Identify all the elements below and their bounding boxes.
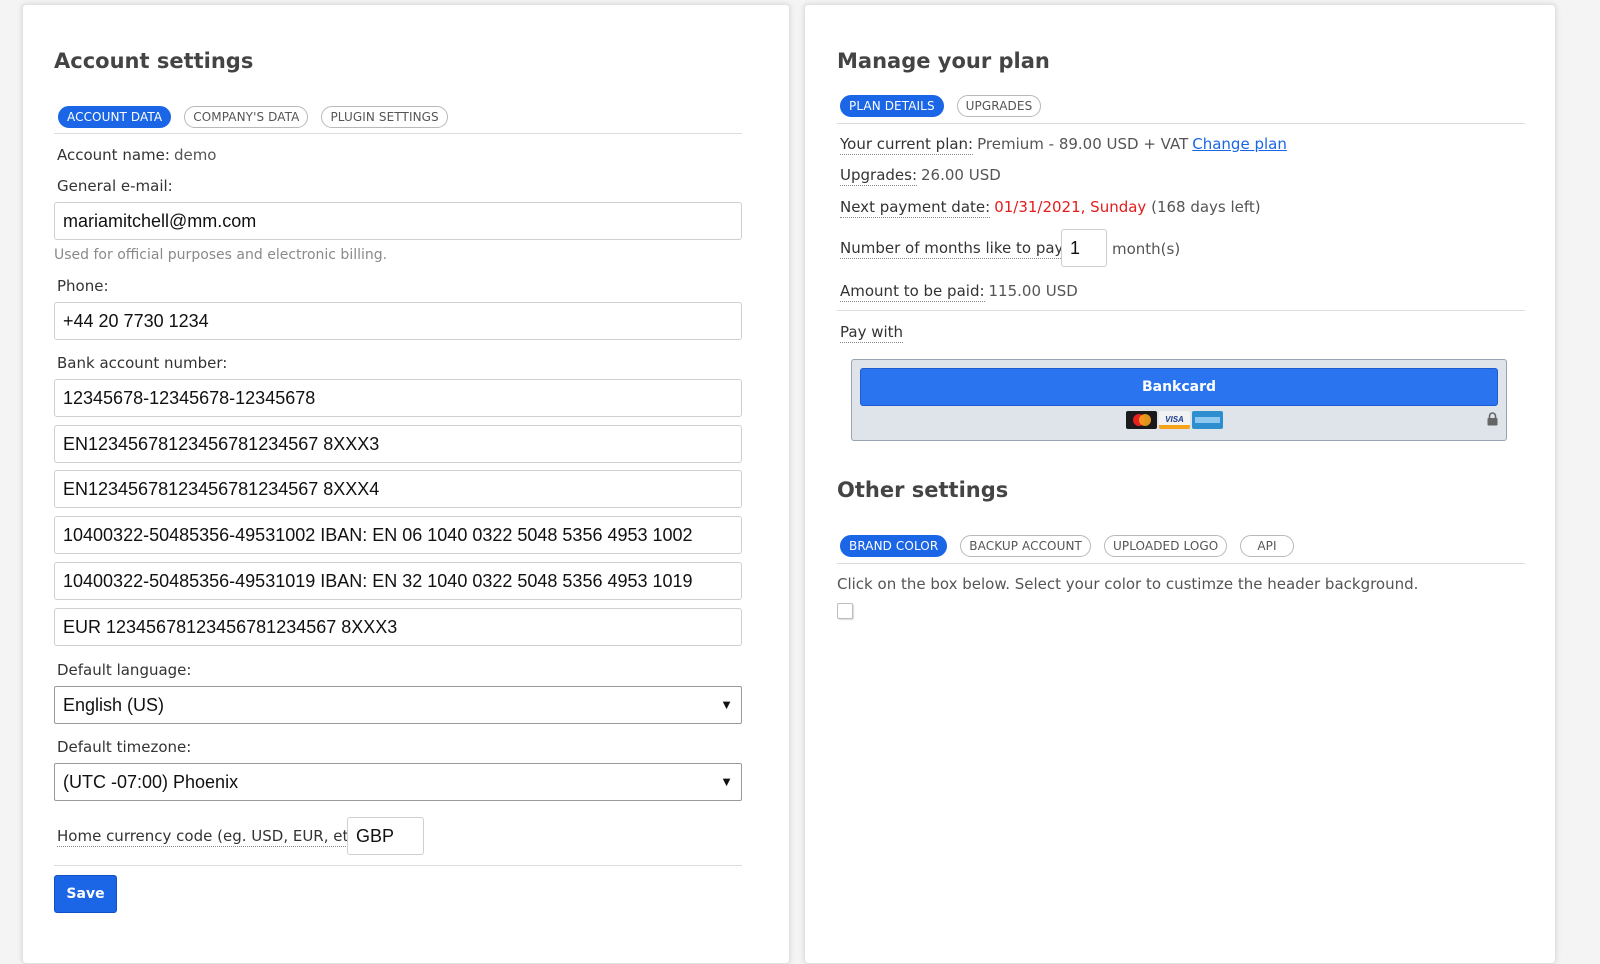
tab-account-data[interactable]: ACCOUNT DATA <box>58 106 172 128</box>
upgrades-row: Upgrades: 26.00 USD <box>840 166 1001 186</box>
account-name-row: Account name: demo <box>57 146 216 164</box>
language-select[interactable]: English (US) ▼ <box>54 686 742 724</box>
brand-color-instruction: Click on the box below. Select your colo… <box>837 575 1419 593</box>
tab-companys-data[interactable]: COMPANY'S DATA <box>184 106 309 128</box>
account-name-value: demo <box>173 146 217 164</box>
phone-label: Phone: <box>57 277 109 295</box>
email-label: General e-mail: <box>57 177 173 195</box>
lock-icon <box>1487 412 1498 426</box>
phone-field[interactable]: +44 20 7730 1234 <box>54 302 742 340</box>
bank-account-field-5[interactable]: 10400322-50485356-49531019 IBAN: EN 32 1… <box>54 562 742 600</box>
currency-label: Home currency code (eg. USD, EUR, etc.): <box>57 827 373 847</box>
tab-plan-details[interactable]: PLAN DETAILS <box>840 95 944 117</box>
other-tabs-divider <box>837 563 1525 564</box>
account-settings-title: Account settings <box>54 49 254 73</box>
upgrades-label: Upgrades: <box>840 166 917 186</box>
amex-icon <box>1192 411 1223 429</box>
pay-with-row: Pay with <box>840 323 904 343</box>
mastercard-icon <box>1126 411 1157 429</box>
account-name-label: Account name: <box>57 146 170 164</box>
brand-color-picker[interactable] <box>837 603 853 619</box>
form-divider <box>54 865 742 866</box>
card-logos: VISA <box>1126 411 1223 429</box>
days-left: (168 days left) <box>1151 198 1261 216</box>
save-button[interactable]: Save <box>54 875 117 913</box>
chevron-down-icon: ▼ <box>720 697 733 712</box>
current-plan-label: Your current plan: <box>840 135 974 155</box>
plan-tabs-divider <box>837 123 1525 124</box>
tab-api[interactable]: API <box>1240 535 1294 557</box>
tab-uploaded-logo[interactable]: UPLOADED LOGO <box>1103 535 1228 557</box>
plan-panel: Manage your plan PLAN DETAILS UPGRADES Y… <box>804 4 1556 964</box>
bank-account-field-3[interactable]: EN12345678123456781234567 8XXX4 <box>54 470 742 508</box>
bank-account-field-4[interactable]: 10400322-50485356-49531002 IBAN: EN 06 1… <box>54 516 742 554</box>
bankcard-button[interactable]: Bankcard <box>860 368 1498 406</box>
amount-value: 115.00 USD <box>988 282 1078 300</box>
months-unit: month(s) <box>1112 240 1181 258</box>
months-label: Number of months like to pay: <box>840 239 1068 259</box>
upgrades-value: 26.00 USD <box>921 166 1001 184</box>
other-tabs: BRAND COLOR BACKUP ACCOUNT UPLOADED LOGO… <box>840 535 1294 557</box>
language-label: Default language: <box>57 661 192 679</box>
bank-account-field-1[interactable]: 12345678-12345678-12345678 <box>54 379 742 417</box>
account-tabs: ACCOUNT DATA COMPANY'S DATA PLUGIN SETTI… <box>58 106 448 128</box>
amount-row: Amount to be paid: 115.00 USD <box>840 282 1078 302</box>
tabs-divider <box>54 133 742 134</box>
tab-backup-account[interactable]: BACKUP ACCOUNT <box>960 535 1091 557</box>
email-field[interactable]: mariamitchell@mm.com <box>54 202 742 240</box>
payment-widget: Bankcard VISA <box>851 359 1507 441</box>
timezone-select-value: (UTC -07:00) Phoenix <box>63 772 239 792</box>
pay-with-label: Pay with <box>840 323 904 343</box>
months-row: Number of months like to pay: <box>840 239 1068 259</box>
language-select-value: English (US) <box>63 695 165 715</box>
tab-upgrades[interactable]: UPGRADES <box>956 95 1042 117</box>
next-payment-label: Next payment date: <box>840 198 991 218</box>
plan-tabs: PLAN DETAILS UPGRADES <box>840 95 1042 117</box>
manage-plan-title: Manage your plan <box>837 49 1050 73</box>
other-settings-title: Other settings <box>837 478 1009 502</box>
bank-account-label: Bank account number: <box>57 354 228 372</box>
change-plan-link[interactable]: Change plan <box>1192 135 1287 153</box>
account-settings-panel: Account settings ACCOUNT DATA COMPANY'S … <box>22 4 790 964</box>
visa-icon: VISA <box>1159 411 1190 429</box>
next-payment-date: 01/31/2021, Sunday <box>994 198 1147 216</box>
currency-label-text: Home currency code (eg. USD, EUR, etc.): <box>57 827 373 847</box>
bank-account-field-6[interactable]: EUR 12345678123456781234567 8XXX3 <box>54 608 742 646</box>
amount-label: Amount to be paid: <box>840 282 985 302</box>
email-help-text: Used for official purposes and electroni… <box>54 247 388 263</box>
timezone-label: Default timezone: <box>57 738 192 756</box>
timezone-select[interactable]: (UTC -07:00) Phoenix ▼ <box>54 763 742 801</box>
currency-field[interactable]: GBP <box>347 817 424 855</box>
tab-brand-color[interactable]: BRAND COLOR <box>840 535 948 557</box>
bank-account-field-2[interactable]: EN12345678123456781234567 8XXX3 <box>54 425 742 463</box>
tab-plugin-settings[interactable]: PLUGIN SETTINGS <box>321 106 448 128</box>
next-payment-row: Next payment date: 01/31/2021, Sunday (16… <box>840 198 1261 218</box>
amount-divider <box>837 310 1525 311</box>
months-field[interactable]: 1 <box>1061 229 1107 267</box>
chevron-down-icon: ▼ <box>720 774 733 789</box>
current-plan-row: Your current plan: Premium - 89.00 USD + … <box>840 135 1287 155</box>
current-plan-value: Premium - 89.00 USD + VAT <box>977 135 1189 153</box>
